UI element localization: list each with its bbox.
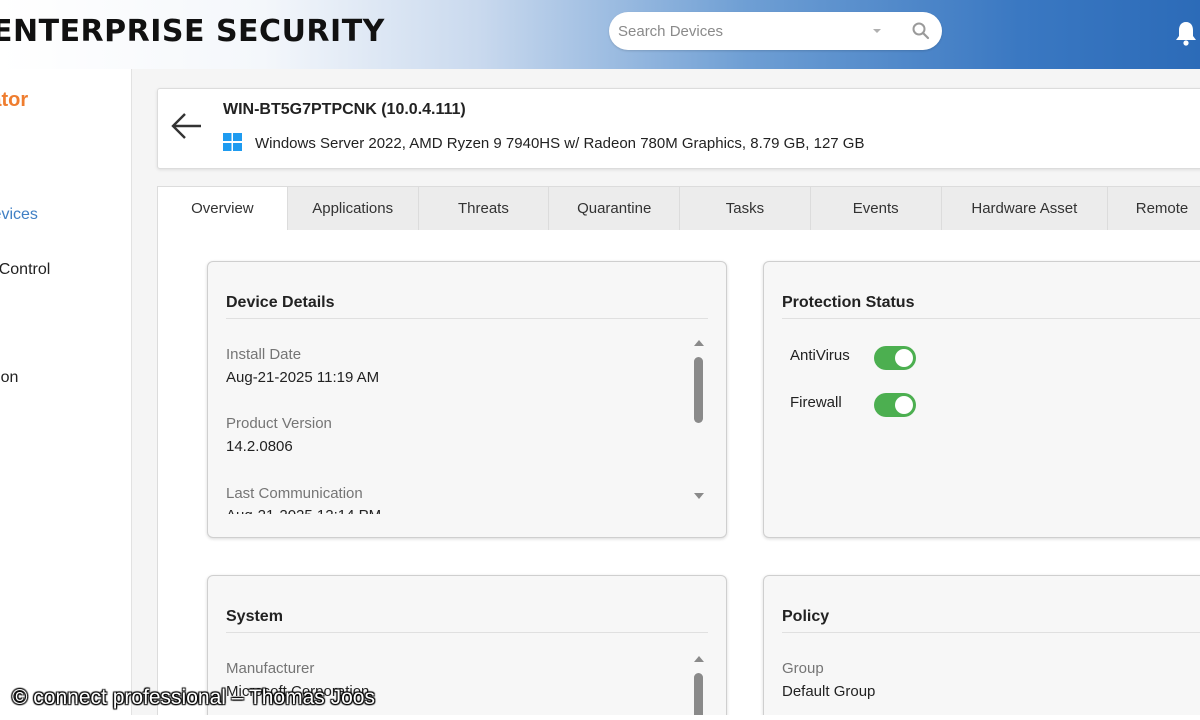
- tab-events[interactable]: Events: [810, 186, 942, 231]
- field-label: Manufacturer: [226, 660, 315, 677]
- toggle-knob: [895, 396, 913, 414]
- device-name: WIN-BT5G7PTPCNK (10.0.4.111): [223, 101, 466, 118]
- scrollbar-thumb[interactable]: [694, 673, 703, 720]
- policy-card: Policy Group Default Group: [763, 575, 1200, 720]
- tab-bar: Overview Applications Threats Quarantine…: [157, 186, 1200, 231]
- search-input[interactable]: [618, 20, 868, 42]
- tab-tasks[interactable]: Tasks: [680, 186, 811, 231]
- search-box[interactable]: [609, 12, 942, 50]
- bell-icon[interactable]: [1174, 20, 1198, 46]
- tab-hardware-asset[interactable]: Hardware Asset: [941, 186, 1109, 231]
- divider: [226, 318, 708, 319]
- field-value: Default Group: [782, 683, 876, 700]
- card-title: Policy: [782, 608, 830, 625]
- tab-overview[interactable]: Overview: [157, 186, 288, 231]
- card-title: Protection Status: [782, 294, 915, 311]
- brand-title: ENTERPRISE SECURITY: [0, 14, 385, 49]
- search-icon[interactable]: [911, 21, 931, 41]
- device-header-card: WIN-BT5G7PTPCNK (10.0.4.111) Windows Ser…: [157, 88, 1200, 169]
- tab-remote[interactable]: Remote: [1108, 186, 1200, 231]
- device-spec: Windows Server 2022, AMD Ryzen 9 7940HS …: [255, 135, 865, 152]
- copyright-watermark: © connect professional – Thomas Joos: [12, 686, 375, 709]
- protection-status-card: Protection Status AntiVirus Firewall: [763, 261, 1200, 538]
- field-label: Group: [782, 660, 824, 677]
- windows-icon: [223, 133, 242, 151]
- top-header: ENTERPRISE SECURITY: [0, 0, 1200, 69]
- sidebar-role-title: Administrator: [0, 89, 29, 111]
- firewall-toggle[interactable]: [874, 393, 916, 417]
- toggle-knob: [895, 349, 913, 367]
- divider: [226, 632, 708, 633]
- tab-threats[interactable]: Threats: [418, 186, 550, 231]
- overview-panel: Device Details Install Date Aug-21-2025 …: [157, 230, 1200, 720]
- sidebar-item-administration[interactable]: Administration: [0, 369, 18, 387]
- scroll-down-icon[interactable]: [693, 492, 705, 500]
- bottom-edge: [0, 715, 1200, 720]
- field-value: 14.2.0806: [226, 438, 293, 455]
- field-value: Aug-21-2025 11:19 AM: [226, 369, 380, 386]
- firewall-label: Firewall: [790, 394, 842, 411]
- scrollbar-thumb[interactable]: [694, 357, 703, 423]
- chevron-down-icon[interactable]: [870, 24, 884, 38]
- sidebar-item-devices[interactable]: Devices: [0, 206, 38, 224]
- tab-applications[interactable]: Applications: [287, 186, 419, 231]
- divider: [782, 632, 1200, 633]
- sidebar-item-application-control[interactable]: Application Control: [0, 261, 50, 279]
- sidebar: Administrator Devices Application Contro…: [0, 69, 132, 720]
- antivirus-label: AntiVirus: [790, 347, 850, 364]
- scroll-up-icon[interactable]: [693, 339, 705, 347]
- card-title: Device Details: [226, 294, 335, 311]
- divider: [782, 318, 1200, 319]
- field-value: Aug-21-2025 12:14 PM: [226, 507, 381, 514]
- card-title: System: [226, 608, 283, 625]
- antivirus-toggle[interactable]: [874, 346, 916, 370]
- tab-quarantine[interactable]: Quarantine: [549, 186, 681, 231]
- field-label: Product Version: [226, 415, 332, 432]
- field-label: Install Date: [226, 346, 302, 363]
- back-arrow-icon[interactable]: [169, 111, 205, 141]
- field-label: Last Communication: [226, 485, 363, 502]
- device-details-card: Device Details Install Date Aug-21-2025 …: [207, 261, 727, 538]
- scroll-up-icon[interactable]: [693, 655, 705, 663]
